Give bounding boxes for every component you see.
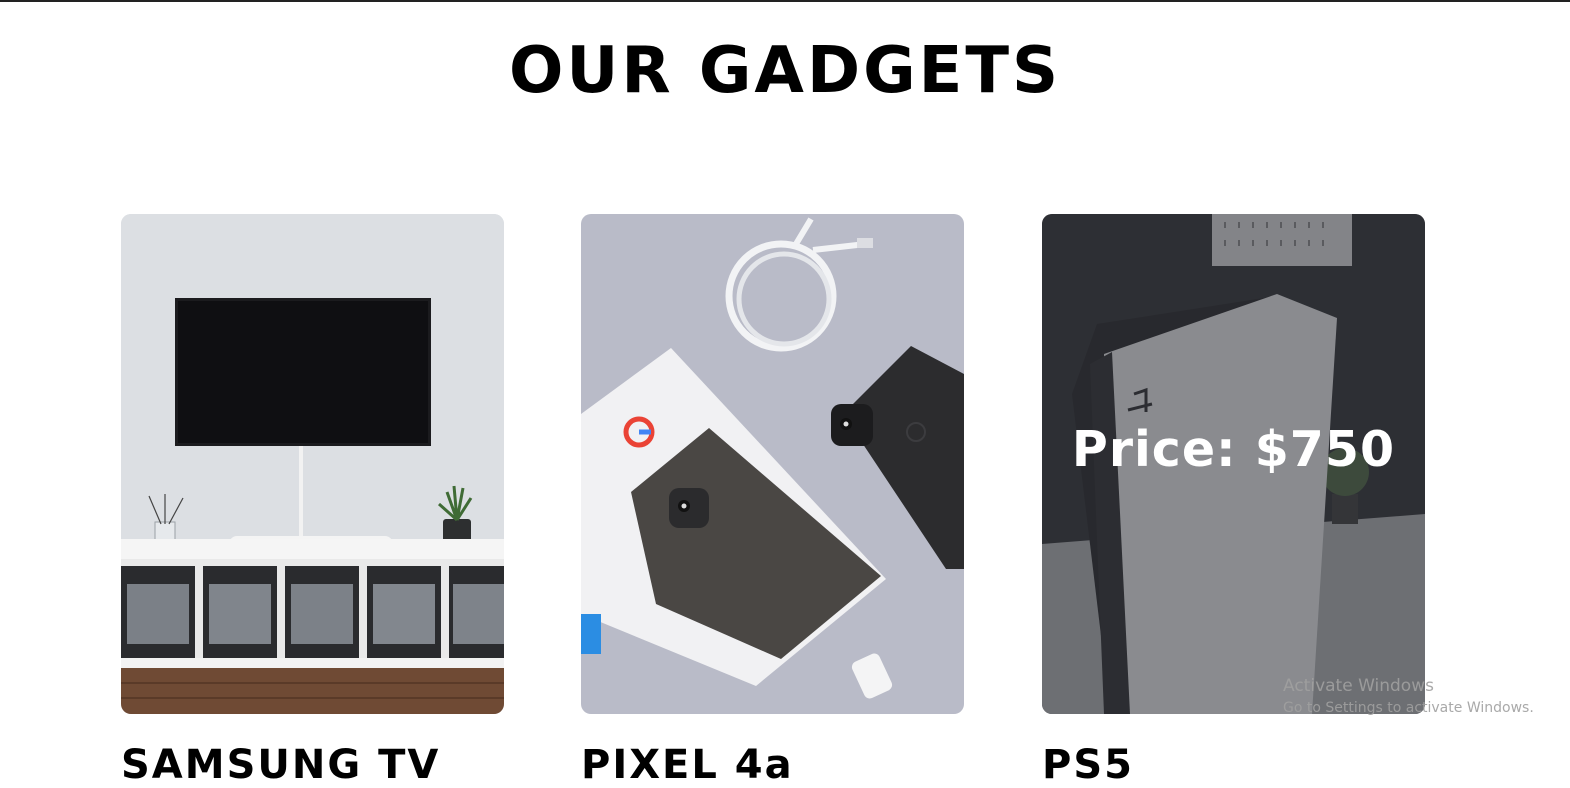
product-name-ps5: PS5 [1042, 742, 1134, 788]
page-title: OUR GADGETS [508, 34, 1062, 108]
product-card-pixel-4a[interactable] [581, 214, 964, 714]
pixel-phone-image [581, 214, 964, 714]
watermark-subtitle: Go to Settings to activate Windows. [1283, 700, 1534, 716]
tv-wall-image [121, 214, 504, 714]
price-overlay: Price: $750 [1042, 214, 1425, 714]
product-card-samsung-tv[interactable] [121, 214, 504, 714]
top-border [0, 0, 1570, 2]
activate-windows-watermark: Activate Windows Go to Settings to activ… [1283, 676, 1534, 716]
product-name-samsung-tv: SAMSUNG TV [121, 742, 441, 788]
price-label: Price: $750 [1071, 420, 1396, 478]
product-card-ps5[interactable]: Price: $750 [1042, 214, 1425, 714]
watermark-title: Activate Windows [1283, 676, 1434, 696]
product-name-pixel-4a: PIXEL 4a [581, 742, 794, 788]
